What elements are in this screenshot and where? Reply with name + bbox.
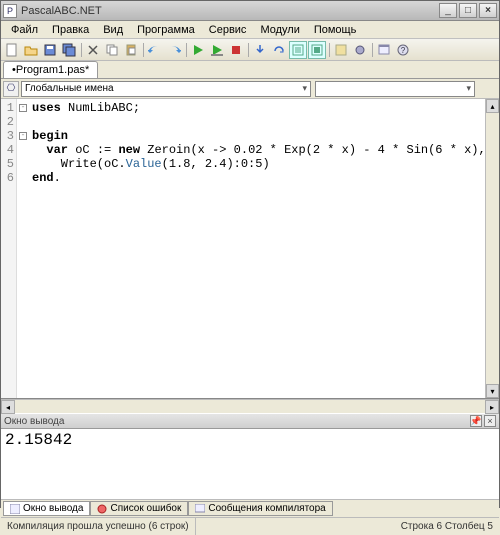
fold-gutter: - -	[17, 99, 29, 398]
line-gutter: 1 2 3 4 5 6	[1, 99, 17, 398]
title-bar: P PascalABC.NET _ □ ×	[1, 1, 499, 21]
undo-icon[interactable]	[146, 41, 164, 59]
output-text: 2.15842	[5, 431, 72, 449]
output-tab-errors[interactable]: Список ошибок	[90, 501, 188, 516]
save-icon[interactable]	[41, 41, 59, 59]
menu-program[interactable]: Программа	[131, 22, 201, 38]
run-alt-icon[interactable]	[208, 41, 226, 59]
app-icon: P	[3, 4, 17, 18]
tab-label: •Program1.pas*	[12, 64, 89, 76]
output-tabs: Окно вывода Список ошибок Сообщения комп…	[1, 499, 499, 517]
new-file-icon[interactable]	[3, 41, 21, 59]
status-bar: Компиляция прошла успешно (6 строк) Стро…	[1, 517, 499, 535]
toggle-2-icon[interactable]	[308, 41, 326, 59]
svg-text:?: ?	[401, 46, 406, 55]
scroll-up-icon[interactable]: ▴	[486, 99, 499, 113]
output-panel[interactable]: 2.15842	[1, 429, 499, 499]
fold-icon[interactable]: -	[19, 132, 27, 140]
menu-modules[interactable]: Модули	[254, 22, 305, 38]
tab-program1[interactable]: •Program1.pas*	[3, 61, 98, 78]
nav-scope-icon[interactable]: ⎔	[3, 81, 19, 97]
menu-edit[interactable]: Правка	[46, 22, 95, 38]
scope-label: Глобальные имена	[25, 83, 114, 94]
window-buttons: _ □ ×	[439, 3, 497, 18]
chevron-down-icon: ▾	[466, 83, 471, 94]
step-into-icon[interactable]	[251, 41, 269, 59]
step-over-icon[interactable]	[270, 41, 288, 59]
toolbar-sep	[141, 41, 145, 59]
toggle-1-icon[interactable]	[289, 41, 307, 59]
window-title: PascalABC.NET	[21, 5, 439, 17]
redo-icon[interactable]	[165, 41, 183, 59]
code-editor[interactable]: 1 2 3 4 5 6 - - uses NumLibABC; begin va…	[1, 99, 499, 399]
output-title: Окно вывода	[4, 416, 64, 427]
menu-file[interactable]: Файл	[5, 22, 44, 38]
copy-icon[interactable]	[103, 41, 121, 59]
minimize-button[interactable]: _	[439, 3, 457, 18]
fold-icon[interactable]: -	[19, 104, 27, 112]
code-content[interactable]: uses NumLibABC; begin var oC := new Zero…	[29, 99, 499, 398]
toolbar-sep	[79, 41, 83, 59]
stop-icon[interactable]	[227, 41, 245, 59]
run-icon[interactable]	[189, 41, 207, 59]
scope-dropdown[interactable]: Глобальные имена ▾	[21, 81, 311, 97]
chevron-down-icon: ▾	[302, 83, 307, 94]
output-tab-icon	[10, 504, 20, 514]
toolbar-sep	[184, 41, 188, 59]
output-tab-messages[interactable]: Сообщения компилятора	[188, 501, 332, 516]
vertical-scrollbar[interactable]: ▴ ▾	[485, 99, 499, 398]
document-tabs: •Program1.pas*	[1, 61, 499, 79]
scroll-right-icon[interactable]: ▸	[485, 400, 499, 414]
toolbar-sep	[327, 41, 331, 59]
form-icon[interactable]	[375, 41, 393, 59]
output-header: Окно вывода 📌 ×	[1, 413, 499, 429]
messages-tab-icon	[195, 504, 205, 514]
toolbar-sep	[246, 41, 250, 59]
cut-icon[interactable]	[84, 41, 102, 59]
menu-service[interactable]: Сервис	[203, 22, 253, 38]
status-cursor: Строка 6 Столбец 5	[395, 518, 499, 535]
maximize-button[interactable]: □	[459, 3, 477, 18]
close-panel-icon[interactable]: ×	[484, 415, 496, 427]
error-tab-icon	[97, 504, 107, 514]
member-dropdown[interactable]: ▾	[315, 81, 475, 97]
scroll-down-icon[interactable]: ▾	[486, 384, 499, 398]
menu-help[interactable]: Помощь	[308, 22, 363, 38]
scroll-left-icon[interactable]: ◂	[1, 400, 15, 414]
module-icon[interactable]	[332, 41, 350, 59]
nav-bar: ⎔ Глобальные имена ▾ ▾	[1, 79, 499, 99]
open-file-icon[interactable]	[22, 41, 40, 59]
toolbar: ?	[1, 39, 499, 61]
save-all-icon[interactable]	[60, 41, 78, 59]
settings-icon[interactable]	[351, 41, 369, 59]
pin-icon[interactable]: 📌	[470, 415, 482, 427]
menu-view[interactable]: Вид	[97, 22, 129, 38]
menu-bar: Файл Правка Вид Программа Сервис Модули …	[1, 21, 499, 39]
output-tab-output[interactable]: Окно вывода	[3, 501, 90, 516]
close-button[interactable]: ×	[479, 3, 497, 18]
paste-icon[interactable]	[122, 41, 140, 59]
help-icon[interactable]: ?	[394, 41, 412, 59]
horizontal-scrollbar[interactable]: ◂ ▸	[1, 399, 499, 413]
toolbar-sep	[370, 41, 374, 59]
status-compile: Компиляция прошла успешно (6 строк)	[1, 518, 196, 535]
